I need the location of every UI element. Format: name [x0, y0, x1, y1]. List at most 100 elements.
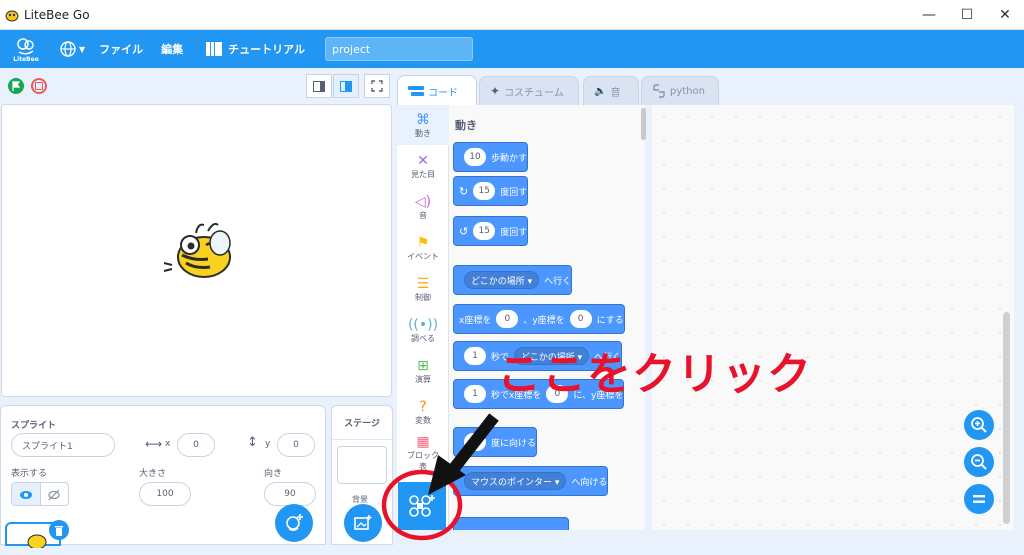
category-motion[interactable]: ⌘ 動き — [397, 105, 449, 145]
x-position-input[interactable]: 0 — [177, 433, 215, 457]
turn-left-input[interactable]: 15 — [473, 222, 496, 240]
bee-sprite[interactable] — [160, 217, 240, 287]
control-icon: ☰ — [416, 275, 430, 292]
brush-icon: ✦ — [490, 84, 501, 98]
block-goto[interactable]: どこかの場所 ▾ へ行く — [453, 265, 573, 295]
block-turn-right[interactable]: ↻ 15 度回す — [453, 176, 529, 206]
large-stage-button[interactable] — [333, 74, 359, 98]
tab-costume[interactable]: ✦ コスチューム — [479, 76, 579, 105]
green-flag-button[interactable] — [8, 78, 24, 94]
block-text: へ向ける — [571, 477, 608, 488]
steps-input[interactable]: 10 — [464, 148, 486, 166]
category-motion-label: 動き — [415, 128, 431, 138]
language-menu[interactable]: ▼ — [60, 41, 85, 57]
file-menu[interactable]: ファイル — [99, 41, 143, 57]
zoom-out-button[interactable] — [964, 447, 994, 477]
small-stage-icon — [313, 80, 325, 92]
category-events[interactable]: ⚑ イベント — [397, 228, 449, 268]
motion-icon: ⌘ — [416, 111, 430, 128]
fullscreen-icon — [371, 80, 383, 92]
bee-thumbnail-icon — [27, 534, 47, 548]
size-label: 大きさ — [139, 469, 167, 479]
close-button[interactable]: ✕ — [986, 0, 1024, 30]
sensing-icon: ((•)) — [407, 316, 439, 333]
glide-secs-input[interactable]: 1 — [464, 347, 486, 365]
globe-icon — [60, 41, 76, 57]
direction-input[interactable]: 90 — [264, 482, 316, 506]
logo-text: LiteBee — [13, 55, 39, 63]
looks-icon: ✕ — [417, 152, 429, 169]
sprite-name-field[interactable]: スプライト1 — [11, 433, 115, 457]
y-label: y — [265, 439, 271, 449]
litebee-logo[interactable]: LiteBee — [6, 30, 46, 68]
block-text: 度回す — [500, 187, 528, 198]
category-sound[interactable]: ◁) 音 — [397, 187, 449, 227]
x-input[interactable]: 0 — [496, 310, 519, 328]
category-looks[interactable]: ✕ 見た目 — [397, 146, 449, 186]
category-operators[interactable]: ⊞ 演算 — [397, 351, 449, 391]
y-input[interactable]: 0 — [569, 310, 592, 328]
chevron-down-icon: ▼ — [79, 44, 86, 54]
annotation-overlay — [381, 413, 499, 541]
category-sensing[interactable]: ((•)) 調べる — [397, 310, 449, 350]
size-input[interactable]: 100 — [139, 482, 191, 506]
maximize-button[interactable]: ☐ — [948, 0, 986, 30]
block-turn-left[interactable]: ↺ 15 度回す — [453, 216, 529, 246]
turn-right-input[interactable]: 15 — [473, 182, 496, 200]
block-text: 、y座標を — [523, 315, 565, 326]
category-sound-label: 音 — [419, 210, 427, 220]
direction-label: 向き — [264, 469, 283, 479]
tab-sound-label: 音 — [610, 87, 621, 99]
tab-code-label: コード — [428, 87, 458, 99]
block-goto-xy[interactable]: x座標を 0 、y座標を 0 にする — [453, 304, 625, 334]
stop-button[interactable] — [31, 78, 47, 94]
bee-app-icon — [5, 10, 19, 21]
zoom-reset-icon — [973, 495, 985, 503]
add-sprite-icon — [286, 514, 303, 532]
trash-icon — [55, 525, 63, 536]
flag-icon — [12, 81, 20, 91]
litebee-logo-icon — [17, 37, 34, 54]
rotate-right-icon: ↻ — [459, 184, 469, 198]
delete-sprite-button[interactable] — [49, 520, 69, 540]
palette-scrollbar[interactable] — [641, 108, 646, 140]
sound-icon: ◁) — [414, 193, 432, 210]
category-operators-label: 演算 — [415, 374, 431, 384]
zoom-reset-button[interactable] — [964, 484, 994, 514]
tutorial-menu[interactable]: チュートリアル — [205, 41, 305, 57]
tab-sound[interactable]: 🔈 音 — [583, 76, 639, 105]
speaker-icon: 🔈 — [594, 85, 607, 97]
operators-icon: ⊞ — [417, 357, 429, 374]
category-events-label: イベント — [407, 251, 439, 261]
fullscreen-button[interactable] — [364, 74, 390, 98]
code-icon — [408, 86, 424, 96]
block-text: x座標を — [459, 315, 492, 326]
book-icon — [206, 42, 223, 56]
show-visible-button[interactable] — [12, 483, 40, 505]
edit-menu[interactable]: 編集 — [161, 41, 183, 57]
tab-code[interactable]: コード — [397, 75, 477, 106]
tab-python-label: python — [670, 85, 705, 97]
y-position-input[interactable]: 0 — [277, 433, 315, 457]
menubar: LiteBee ▼ ファイル 編集 チュートリアル project — [0, 30, 1024, 68]
block-text: 歩動かす — [491, 153, 528, 164]
goto-dropdown[interactable]: どこかの場所 ▾ — [464, 271, 540, 289]
category-control[interactable]: ☰ 制御 — [397, 269, 449, 309]
minimize-button[interactable]: — — [910, 0, 948, 30]
sprite-header: スプライト — [11, 421, 57, 431]
tab-python[interactable]: python — [641, 76, 719, 105]
code-workspace[interactable] — [652, 105, 1014, 530]
project-name-input[interactable]: project — [325, 37, 474, 61]
workspace-scrollbar[interactable] — [1003, 312, 1010, 524]
zoom-in-icon — [971, 417, 987, 433]
window-titlebar: LiteBee Go — ☐ ✕ — [0, 0, 1024, 30]
add-sprite-button[interactable] — [275, 504, 313, 542]
small-stage-button[interactable] — [306, 74, 332, 98]
stage-canvas[interactable] — [1, 104, 392, 397]
event-icon: ⚑ — [416, 234, 430, 251]
x-label: x — [165, 439, 171, 449]
zoom-in-button[interactable] — [964, 410, 994, 440]
block-move-steps[interactable]: 10 歩動かす — [453, 142, 529, 172]
show-hidden-button[interactable] — [39, 483, 68, 505]
annotation-text: ここをクリック — [497, 349, 812, 400]
